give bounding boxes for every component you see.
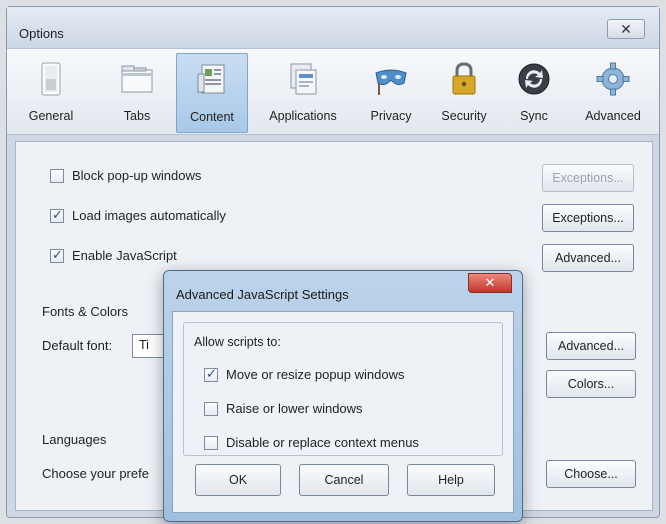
privacy-mask-icon	[375, 69, 407, 95]
gear-icon	[596, 62, 630, 96]
enable-javascript-option[interactable]: Enable JavaScript	[50, 247, 177, 263]
dialog-body: Allow scripts to: Move or resize popup w…	[172, 311, 514, 513]
sync-icon	[518, 63, 550, 95]
move-resize-checkbox[interactable]	[204, 366, 218, 382]
load-images-checkbox[interactable]	[50, 207, 64, 223]
cancel-button[interactable]: Cancel	[299, 464, 389, 496]
tab-label: Sync	[520, 109, 548, 123]
tab-advanced[interactable]: Advanced	[575, 53, 651, 133]
applications-icon	[290, 63, 317, 95]
context-menus-label: Disable or replace context menus	[226, 435, 419, 450]
tab-privacy[interactable]: Privacy	[361, 53, 421, 133]
raise-lower-option[interactable]: Raise or lower windows	[204, 401, 363, 416]
block-popups-checkbox[interactable]	[50, 168, 64, 183]
allow-scripts-label: Allow scripts to:	[194, 335, 281, 349]
tab-label: Security	[441, 109, 487, 123]
default-font-label: Default font:	[42, 338, 113, 353]
tab-label: General	[28, 109, 74, 123]
languages-description: Choose your prefe	[42, 466, 149, 481]
allow-scripts-group: Allow scripts to: Move or resize popup w…	[183, 322, 503, 456]
fonts-colors-heading: Fonts & Colors	[42, 304, 128, 319]
load-images-label: Load images automatically	[72, 208, 226, 223]
enable-javascript-label: Enable JavaScript	[72, 248, 177, 263]
colors-button[interactable]: Colors...	[546, 370, 636, 398]
block-popups-option[interactable]: Block pop-up windows	[50, 168, 201, 183]
move-resize-option[interactable]: Move or resize popup windows	[204, 366, 405, 382]
languages-heading: Languages	[42, 432, 107, 447]
tab-label: Advanced	[585, 109, 641, 123]
content-page-icon	[197, 64, 225, 94]
tab-sync[interactable]: Sync	[507, 53, 561, 133]
tab-content[interactable]: Content	[176, 53, 248, 133]
move-resize-label: Move or resize popup windows	[226, 367, 405, 382]
tab-label: Privacy	[370, 109, 412, 123]
fonts-advanced-button[interactable]: Advanced...	[546, 332, 636, 360]
context-menus-option[interactable]: Disable or replace context menus	[204, 435, 419, 450]
tab-general[interactable]: General	[21, 53, 81, 133]
dialog-close-button[interactable]: ✕	[468, 273, 512, 293]
tabs-window-icon	[121, 65, 153, 93]
close-window-button[interactable]: ✕	[607, 19, 645, 39]
raise-lower-checkbox[interactable]	[204, 401, 218, 416]
advanced-javascript-dialog: Advanced JavaScript Settings ✕ Allow scr…	[163, 270, 523, 522]
tab-applications[interactable]: Applications	[257, 53, 349, 133]
choose-languages-button[interactable]: Choose...	[546, 460, 636, 488]
tab-label: Tabs	[123, 109, 151, 123]
tab-label: Content	[190, 110, 234, 124]
options-titlebar: Options ✕	[7, 7, 659, 49]
raise-lower-label: Raise or lower windows	[226, 401, 363, 416]
ok-button[interactable]: OK	[195, 464, 281, 496]
popup-exceptions-button: Exceptions...	[542, 164, 634, 192]
tab-tabs[interactable]: Tabs	[107, 53, 167, 133]
dialog-title: Advanced JavaScript Settings	[176, 287, 349, 302]
switch-icon	[41, 62, 61, 96]
tab-label: Applications	[269, 109, 337, 123]
load-images-option[interactable]: Load images automatically	[50, 207, 226, 223]
window-title: Options	[19, 26, 64, 41]
padlock-icon	[452, 62, 476, 95]
enable-javascript-checkbox[interactable]	[50, 247, 64, 263]
image-exceptions-button[interactable]: Exceptions...	[542, 204, 634, 232]
options-toolbar: General Tabs Content Applications Privac…	[7, 49, 659, 135]
tab-security[interactable]: Security	[429, 53, 499, 133]
help-button[interactable]: Help	[407, 464, 495, 496]
javascript-advanced-button[interactable]: Advanced...	[542, 244, 634, 272]
block-popups-label: Block pop-up windows	[72, 168, 202, 183]
context-menus-checkbox[interactable]	[204, 435, 218, 450]
